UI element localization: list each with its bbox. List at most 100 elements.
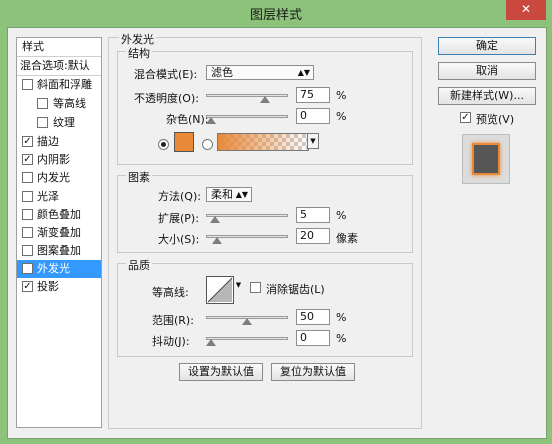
preview-checkbox[interactable]: ✓	[460, 112, 471, 123]
sidebar-item-label: 投影	[37, 280, 59, 293]
checkbox[interactable]	[22, 227, 33, 238]
sidebar-item-label: 内阴影	[37, 153, 70, 166]
technique-label: 方法(Q):	[158, 190, 201, 203]
checkbox[interactable]	[22, 172, 33, 183]
elements-title: 图素	[126, 169, 152, 185]
sidebar-item-label: 等高线	[53, 97, 86, 110]
range-input[interactable]: 50	[296, 309, 330, 325]
sidebar-item-inner-glow[interactable]: 内发光	[17, 169, 101, 187]
sidebar-item-label: 图案叠加	[37, 244, 81, 257]
structure-title: 结构	[126, 45, 152, 61]
sidebar-item-drop-shadow[interactable]: ✓ 投影	[17, 278, 101, 296]
percent-unit: %	[336, 332, 347, 345]
style-preview-thumbnail	[462, 134, 510, 184]
close-button[interactable]: ✕	[506, 0, 546, 20]
sidebar-item-label: 斜面和浮雕	[37, 78, 92, 91]
blend-mode-value: 滤色	[211, 66, 233, 79]
sidebar-item-inner-shadow[interactable]: ✓ 内阴影	[17, 151, 101, 169]
checkbox[interactable]: ✓	[22, 154, 33, 165]
antialias-checkbox[interactable]	[250, 282, 261, 293]
opacity-slider-handle[interactable]	[260, 96, 270, 103]
preview-label: 预览(V)	[476, 113, 515, 126]
layer-style-dialog: 图层样式 ✕ 样式 混合选项:默认 斜面和浮雕 等高线 纹理 ✓ 描边 ✓ 内阴影 …	[0, 0, 552, 444]
opacity-input[interactable]: 75	[296, 87, 330, 103]
sidebar-item-label: 光泽	[37, 190, 59, 203]
sidebar-item-texture[interactable]: 纹理	[17, 114, 101, 132]
contour-label: 等高线:	[152, 286, 189, 299]
spread-slider-handle[interactable]	[209, 216, 220, 223]
sidebar-item-contour[interactable]: 等高线	[17, 95, 101, 113]
range-slider-handle[interactable]	[242, 318, 252, 325]
spread-input[interactable]: 5	[296, 207, 330, 223]
new-style-button[interactable]: 新建样式(W)...	[438, 87, 536, 105]
solid-color-radio[interactable]	[158, 139, 169, 150]
technique-value: 柔和	[211, 188, 233, 201]
checkbox[interactable]: ✓	[22, 281, 33, 292]
sidebar-item-bevel-emboss[interactable]: 斜面和浮雕	[17, 76, 101, 94]
sidebar-item-styles[interactable]: 样式	[17, 38, 101, 56]
close-icon: ✕	[520, 2, 532, 16]
sidebar-item-satin[interactable]: 光泽	[17, 188, 101, 206]
sidebar-item-outer-glow[interactable]: ✓ 外发光	[17, 260, 101, 278]
checkbox[interactable]	[22, 245, 33, 256]
sidebar-item-label: 描边	[37, 135, 59, 148]
sidebar-item-gradient-overlay[interactable]: 渐变叠加	[17, 224, 101, 242]
reset-default-button[interactable]: 复位为默认值	[271, 363, 355, 381]
noise-slider[interactable]	[206, 115, 288, 118]
opacity-label: 不透明度(O):	[134, 92, 199, 105]
contour-curve-icon	[207, 277, 233, 303]
sidebar-item-label: 外发光	[37, 262, 70, 275]
gradient-picker-button[interactable]: ▼	[307, 133, 319, 149]
outer-glow-panel: 外发光 结构 混合模式(E): 滤色 ▲▼ 不透明度(O): 75 % 杂色(N)…	[108, 31, 422, 429]
checkbox[interactable]: ✓	[22, 263, 33, 274]
jitter-slider-handle[interactable]	[206, 339, 216, 346]
opacity-slider[interactable]	[206, 94, 288, 97]
quality-group: 品质 等高线: ▼ 消除锯齿(L) 范围(R): 50 % 抖动(J): 0 %	[117, 257, 413, 357]
percent-unit: %	[336, 311, 347, 324]
chevron-down-icon: ▼	[235, 281, 242, 289]
percent-unit: %	[336, 110, 347, 123]
size-slider-handle[interactable]	[211, 237, 222, 244]
ok-button[interactable]: 确定	[438, 37, 536, 55]
make-default-button[interactable]: 设置为默认值	[179, 363, 263, 381]
range-label: 范围(R):	[152, 314, 194, 327]
gradient-radio[interactable]	[202, 139, 213, 150]
checkbox[interactable]	[37, 117, 48, 128]
blend-mode-label: 混合模式(E):	[134, 68, 198, 81]
glow-color-swatch[interactable]	[174, 132, 194, 152]
jitter-input[interactable]: 0	[296, 330, 330, 346]
antialias-label: 消除锯齿(L)	[266, 283, 325, 296]
preview-swatch	[472, 143, 500, 175]
structure-group: 结构 混合模式(E): 滤色 ▲▼ 不透明度(O): 75 % 杂色(N): 0 …	[117, 45, 413, 165]
elements-group: 图素 方法(Q): 柔和 ▲▼ 扩展(P): 5 % 大小(S): 20 像素	[117, 169, 413, 253]
sidebar-item-label: 混合选项:默认	[20, 59, 90, 72]
gradient-swatch[interactable]	[217, 133, 309, 151]
contour-picker-button[interactable]: ▼	[234, 276, 243, 302]
spread-label: 扩展(P):	[158, 212, 199, 225]
checkbox[interactable]	[22, 191, 33, 202]
checkbox[interactable]	[37, 98, 48, 109]
chevron-up-down-icon: ▲▼	[297, 68, 310, 77]
technique-select[interactable]: 柔和 ▲▼	[206, 187, 252, 202]
sidebar-item-blending-options[interactable]: 混合选项:默认	[17, 57, 101, 75]
checkbox[interactable]	[22, 209, 33, 220]
size-input[interactable]: 20	[296, 228, 330, 244]
checkbox[interactable]: ✓	[22, 136, 33, 147]
pixels-unit: 像素	[336, 232, 358, 245]
title-bar[interactable]: 图层样式 ✕	[0, 0, 552, 26]
sidebar-item-label: 内发光	[37, 171, 70, 184]
chevron-up-down-icon: ▲▼	[235, 190, 248, 199]
blend-mode-select[interactable]: 滤色 ▲▼	[206, 65, 314, 80]
contour-preview[interactable]	[206, 276, 234, 304]
checkbox[interactable]	[22, 79, 33, 90]
jitter-label: 抖动(J):	[152, 335, 190, 348]
jitter-slider[interactable]	[206, 337, 288, 340]
noise-slider-handle[interactable]	[206, 117, 216, 124]
noise-input[interactable]: 0	[296, 108, 330, 124]
sidebar-item-pattern-overlay[interactable]: 图案叠加	[17, 242, 101, 260]
sidebar-item-stroke[interactable]: ✓ 描边	[17, 133, 101, 151]
sidebar-item-color-overlay[interactable]: 颜色叠加	[17, 206, 101, 224]
styles-list: 样式 混合选项:默认 斜面和浮雕 等高线 纹理 ✓ 描边 ✓ 内阴影 内发光 光泽 …	[16, 37, 102, 428]
dialog-body: 样式 混合选项:默认 斜面和浮雕 等高线 纹理 ✓ 描边 ✓ 内阴影 内发光 光泽 …	[7, 27, 547, 439]
cancel-button[interactable]: 取消	[438, 62, 536, 80]
